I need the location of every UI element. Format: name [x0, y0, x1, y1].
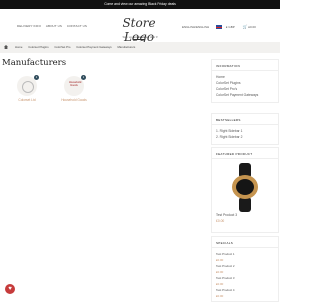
sidebar-link[interactable]: ColorSet Payment Gateways	[216, 93, 274, 97]
cart-icon[interactable]: 🛒	[243, 24, 248, 29]
store-logo[interactable]: Store Logo	[113, 16, 165, 44]
nav-contact-us[interactable]: CONTACT US	[67, 24, 87, 28]
breadcrumb-item[interactable]: Colorset Payment Gateways	[76, 45, 111, 49]
product-image[interactable]	[226, 163, 264, 212]
home-icon[interactable]	[4, 45, 8, 49]
special-item[interactable]: Test Product 3 £0.00	[216, 276, 274, 286]
sidebar-bestsellers: BESTSELLERS 1. Right Sidebar 1 2. Right …	[211, 113, 279, 145]
heart-icon[interactable]: ♥	[5, 284, 15, 294]
sidebar-link[interactable]: ColorSet Plugins	[216, 81, 274, 85]
sidebar-specials: SPECIALS Test Product 1 £0.00 Test Produc…	[211, 236, 279, 302]
bestseller-link[interactable]: 2. Right Sidebar 2	[216, 135, 274, 139]
breadcrumb: Home Colorset Plugins ColorSet Pro Color…	[0, 42, 280, 53]
signup-link[interactable]: & receive	[133, 35, 145, 39]
sidebar-title: SPECIALS	[212, 237, 278, 248]
flag-icon	[216, 25, 223, 30]
sidebar-title: BESTSELLERS	[212, 114, 278, 125]
manufacturer-logo[interactable]: 1	[17, 75, 39, 96]
product-price: £0.00	[216, 219, 225, 223]
special-item[interactable]: Test Product 1 £0.00	[216, 252, 274, 262]
sidebar-title: FEATURED PRODUCT	[212, 148, 278, 159]
breadcrumb-item[interactable]: Colorset Plugins	[28, 45, 48, 49]
signup-text: Sign up	[122, 35, 133, 39]
nav-about-us[interactable]: ABOUT US	[46, 24, 62, 28]
cart-total[interactable]: £0.00	[248, 25, 256, 29]
breadcrumb-item: Manufacturers	[117, 45, 136, 49]
manufacturer-logo[interactable]: Household Goods 1	[64, 75, 86, 96]
manufacturer-card[interactable]: Household Goods 1 Household Goods	[59, 75, 89, 102]
language-selector[interactable]: ENGLISH/ENGLISH	[182, 25, 209, 29]
promo-bar: Come and view our amazing Black Friday d…	[0, 0, 280, 9]
manufacturer-name[interactable]: Colorset Ltd	[14, 98, 40, 102]
special-item[interactable]: Test Product 4 £0.00	[216, 288, 274, 298]
bestseller-link[interactable]: 1. Right Sidebar 1	[216, 129, 274, 133]
breadcrumb-item[interactable]: Home	[15, 45, 22, 49]
manufacturer-name[interactable]: Household Goods	[59, 98, 89, 102]
special-item[interactable]: Test Product 2 £0.00	[216, 264, 274, 274]
watch-dial	[236, 179, 254, 195]
top-nav: DELIVERY INFO ABOUT US CONTACT US	[17, 24, 91, 28]
count-badge: 1	[34, 75, 39, 80]
sidebar-featured: FEATURED PRODUCT Test Product 3 £0.00	[211, 147, 279, 233]
sidebar-information: INFORMATION Home ColorSet Plugins ColorS…	[211, 59, 279, 103]
signup-line: Sign up & receive an offer ▾	[0, 35, 280, 39]
watch-strap	[239, 197, 251, 212]
colorset-logo-icon	[22, 81, 34, 93]
nav-delivery-info[interactable]: DELIVERY INFO	[17, 24, 41, 28]
sidebar-title: INFORMATION	[212, 60, 278, 71]
product-name[interactable]: Test Product 3	[216, 213, 274, 217]
breadcrumb-item[interactable]: ColorSet Pro	[54, 45, 70, 49]
count-badge: 1	[81, 75, 86, 80]
header-tools: ENGLISH/ENGLISH £ GBP 🛒 £0.00	[182, 24, 256, 30]
household-logo-text: Household Goods	[69, 81, 82, 87]
page-title: Manufacturers	[2, 58, 67, 68]
manufacturer-card[interactable]: 1 Colorset Ltd	[14, 75, 40, 102]
currency-selector[interactable]: £ GBP	[226, 25, 235, 29]
sidebar-link[interactable]: Home	[216, 75, 274, 79]
sidebar-link[interactable]: ColorSet Pro's	[216, 87, 274, 91]
signup-dropdown[interactable]: an offer ▾	[145, 35, 158, 39]
